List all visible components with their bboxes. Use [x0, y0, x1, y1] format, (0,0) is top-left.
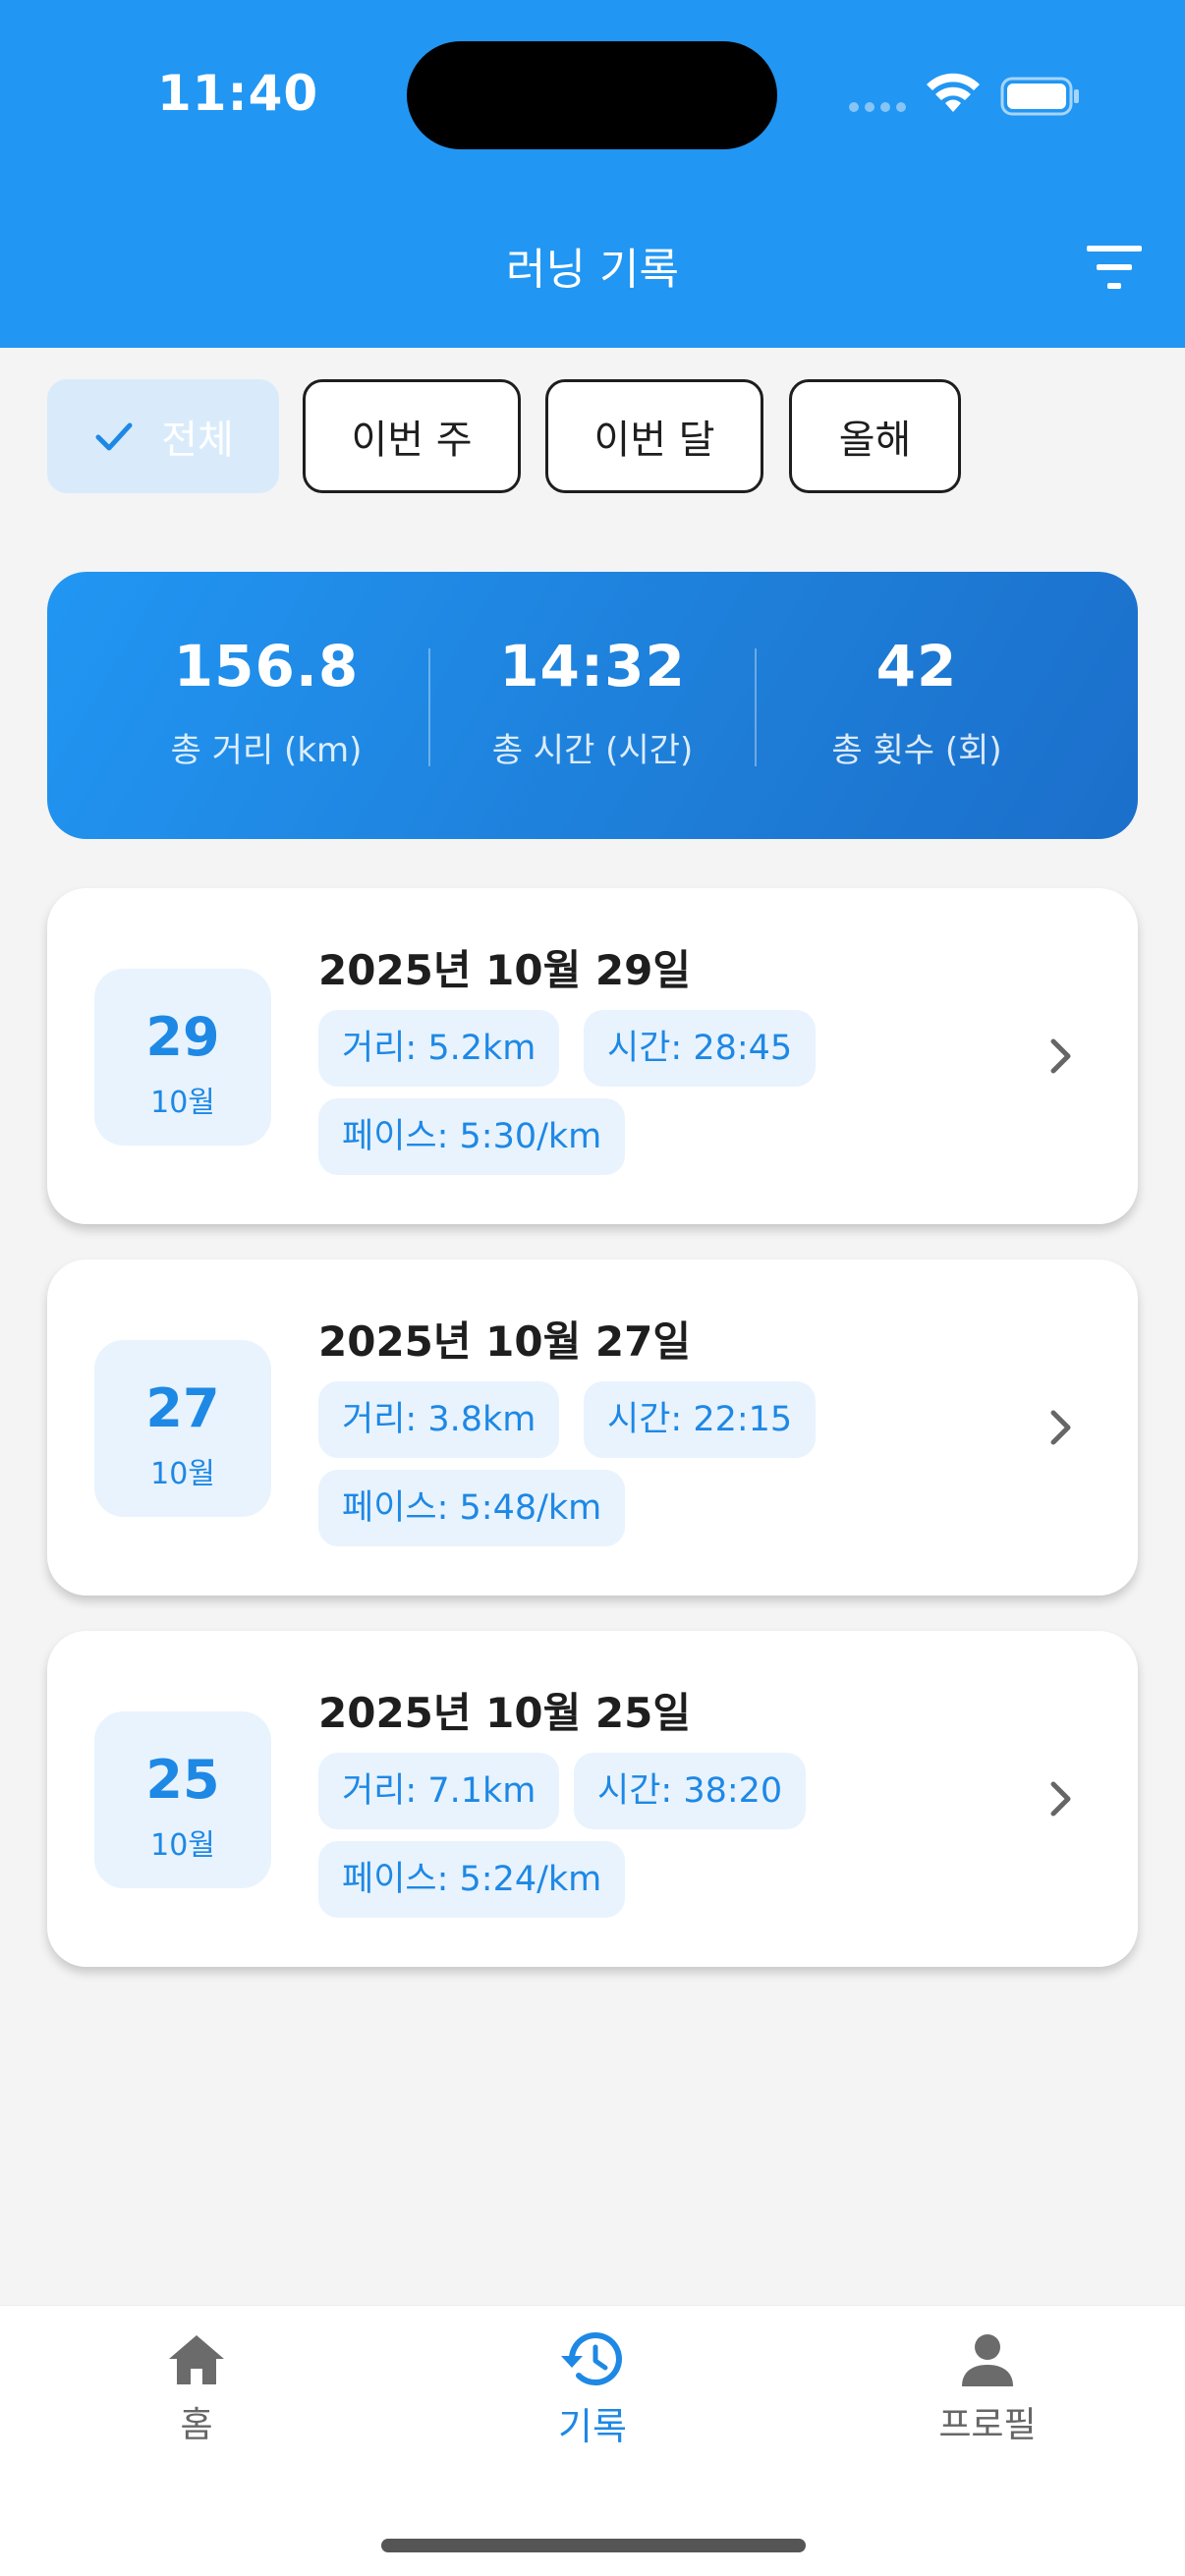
- total-count-stat: 42 총 횟수 (회): [755, 633, 1079, 771]
- filter-chip-this-year[interactable]: 올해: [789, 379, 961, 493]
- pace-tag: 페이스: 5:30/km: [318, 1098, 626, 1175]
- nav-item-history[interactable]: 기록: [445, 2331, 740, 2450]
- status-time: 11:40: [157, 65, 319, 122]
- total-count-label: 총 횟수 (회): [831, 731, 1002, 770]
- wifi-icon: [927, 73, 980, 112]
- filter-chip-this-week[interactable]: 이번 주: [303, 379, 521, 493]
- time-tag: 시간: 28:45: [584, 1010, 817, 1087]
- filter-icon[interactable]: [1081, 240, 1150, 295]
- total-distance-label: 총 거리 (km): [170, 731, 363, 770]
- pace-tag: 페이스: 5:48/km: [318, 1470, 626, 1546]
- date-day: 25: [145, 1749, 220, 1811]
- distance-tag: 거리: 5.2km: [318, 1010, 560, 1087]
- nav-label-profile: 프로필: [938, 2405, 1037, 2445]
- total-distance-value: 156.8: [173, 633, 360, 700]
- pace-tag: 페이스: 5:24/km: [318, 1841, 626, 1918]
- date-badge: 27 10월: [94, 1340, 271, 1517]
- date-badge: 25 10월: [94, 1711, 271, 1888]
- run-date-title: 2025년 10월 29일: [318, 946, 691, 994]
- date-day: 29: [145, 1006, 220, 1068]
- check-icon: [95, 422, 133, 451]
- distance-tag: 거리: 7.1km: [318, 1753, 560, 1829]
- nav-label-home: 홈: [180, 2405, 213, 2445]
- nav-item-profile[interactable]: 프로필: [840, 2331, 1135, 2447]
- run-date-title: 2025년 10월 27일: [318, 1317, 691, 1366]
- page-title: 러닝 기록: [506, 245, 679, 295]
- dynamic-island: [407, 41, 777, 149]
- history-icon: [561, 2332, 622, 2386]
- cellular-signal-icon: [849, 102, 906, 114]
- home-icon: [169, 2335, 224, 2384]
- distance-tag: 거리: 3.8km: [318, 1381, 560, 1458]
- date-day: 27: [145, 1377, 220, 1439]
- filter-chip-label: 올해: [838, 418, 912, 463]
- date-badge: 29 10월: [94, 969, 271, 1146]
- chevron-right-icon: [1050, 1410, 1071, 1445]
- bottom-navigation-bar: 홈 기록 프로필: [0, 2305, 1185, 2576]
- filter-chip-label: 전체: [161, 418, 234, 463]
- person-icon: [962, 2334, 1013, 2386]
- date-month: 10월: [150, 1086, 215, 1120]
- total-time-stat: 14:32 총 시간 (시간): [430, 633, 755, 771]
- time-tag: 시간: 22:15: [584, 1381, 817, 1458]
- app-header: 11:40 러닝 기록: [0, 0, 1185, 348]
- battery-icon: [1000, 77, 1079, 116]
- total-time-value: 14:32: [499, 633, 686, 700]
- chevron-right-icon: [1050, 1038, 1071, 1074]
- total-count-value: 42: [875, 633, 958, 700]
- filter-chip-all[interactable]: 전체: [47, 379, 279, 493]
- time-tag: 시간: 38:20: [574, 1753, 807, 1829]
- filter-chip-label: 이번 주: [351, 418, 473, 463]
- nav-item-home[interactable]: 홈: [49, 2331, 344, 2447]
- date-month: 10월: [150, 1828, 215, 1863]
- home-indicator: [381, 2539, 806, 2552]
- run-record-card[interactable]: 27 10월 2025년 10월 27일 거리: 3.8km 시간: 22:15…: [47, 1260, 1138, 1596]
- run-record-card[interactable]: 25 10월 2025년 10월 25일 거리: 7.1km 시간: 38:20…: [47, 1631, 1138, 1967]
- run-record-card[interactable]: 29 10월 2025년 10월 29일 거리: 5.2km 시간: 28:45…: [47, 888, 1138, 1224]
- total-time-label: 총 시간 (시간): [491, 731, 694, 770]
- chevron-right-icon: [1050, 1781, 1071, 1817]
- summary-card: 156.8 총 거리 (km) 14:32 총 시간 (시간) 42 총 횟수 …: [47, 572, 1138, 839]
- date-month: 10월: [150, 1457, 215, 1491]
- run-date-title: 2025년 10월 25일: [318, 1689, 691, 1737]
- filter-chip-label: 이번 달: [593, 418, 715, 463]
- filter-chip-this-month[interactable]: 이번 달: [545, 379, 763, 493]
- total-distance-stat: 156.8 총 거리 (km): [104, 633, 428, 771]
- nav-label-history: 기록: [558, 2405, 627, 2448]
